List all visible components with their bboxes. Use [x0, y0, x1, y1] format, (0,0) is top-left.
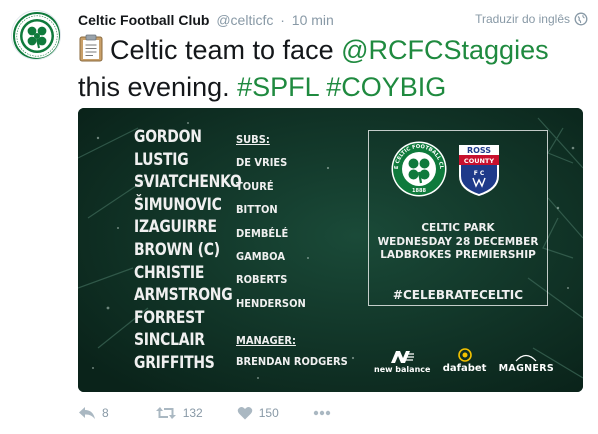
manager-name: BRENDAN RODGERS — [236, 355, 348, 368]
heart-icon — [237, 406, 252, 420]
text-part1: Celtic team to face — [110, 35, 334, 65]
subs-heading: SUBS: — [236, 133, 270, 146]
away-crest-fc: F C — [474, 170, 485, 177]
newbalance-logo: new balance — [374, 350, 430, 374]
match-details: CELTIC PARK WEDNESDAY 28 DECEMBER LADBRO… — [368, 222, 548, 263]
player-name: LUSTIG — [134, 149, 189, 170]
sub-name: BITTON — [236, 203, 278, 217]
separator: · — [280, 12, 285, 28]
manager-block: MANAGER: BRENDAN RODGERS — [236, 330, 348, 372]
translate-link[interactable]: Traduzir do inglês — [475, 12, 588, 26]
tweet: Celtic Football Club @celticfc · 10 min … — [0, 0, 598, 434]
player-name: SVIATCHENKO — [134, 172, 242, 193]
sub-name: DE VRIES — [236, 156, 288, 170]
more-dots-icon — [313, 410, 330, 416]
like-count: 150 — [258, 406, 279, 420]
mention-link[interactable]: @RCFCStaggies — [341, 35, 548, 65]
hashtag-spfl-link[interactable]: #SPFL — [237, 72, 319, 102]
dafabet-label: dafabet — [442, 363, 487, 374]
player-name: FORREST — [134, 307, 205, 328]
tweet-actions: 8 132 150 — [78, 402, 359, 424]
globe-icon — [574, 12, 588, 26]
away-crest-mid: COUNTY — [464, 157, 494, 165]
home-crest-year: 1888 — [412, 188, 426, 194]
newbalance-icon — [391, 351, 415, 363]
reply-icon — [79, 407, 95, 419]
author-handle[interactable]: @celticfc — [216, 12, 273, 28]
substitutes-list: SUBS: DE VRIES TOURÉ BITTON DEMBÉLÉ GAMB… — [236, 128, 306, 315]
manager-heading: MANAGER: — [236, 334, 296, 347]
sub-name: HENDERSON — [236, 296, 306, 310]
player-name: GRIFFITHS — [134, 352, 215, 373]
retweet-button[interactable]: 132 — [155, 406, 203, 420]
sub-name: GAMBOA — [236, 250, 286, 264]
sub-name: TOURÉ — [236, 179, 274, 193]
reply-count: 8 — [102, 406, 109, 420]
tweet-header: Celtic Football Club @celticfc · 10 min … — [78, 12, 588, 32]
reply-button[interactable]: 8 — [78, 406, 109, 420]
dafabet-icon — [457, 348, 472, 362]
magners-icon — [515, 354, 537, 362]
avatar[interactable] — [11, 10, 61, 60]
player-name: IZAGUIRRE — [134, 217, 217, 238]
media-image[interactable]: GORDON LUSTIG SVIATCHENKO ŠIMUNOVIC IZAG… — [78, 108, 583, 392]
clipboard-icon — [78, 34, 104, 70]
like-button[interactable]: 150 — [237, 406, 279, 420]
player-name: SINCLAIR — [134, 330, 205, 351]
player-name: ARMSTRONG — [134, 285, 233, 306]
tweet-text: Celtic team to face @RCFCStaggies this e… — [78, 33, 583, 104]
player-name: BROWN (C) — [134, 239, 220, 260]
translate-label: Traduzir do inglês — [475, 12, 570, 26]
celebrate-hashtag: #CELEBRATECELTIC — [392, 288, 524, 302]
player-name: ŠIMUNOVIC — [134, 194, 222, 215]
celtic-crest-icon: THE CELTIC FOOTBALL CLUB 1888 — [390, 140, 447, 197]
sub-name: DEMBÉLÉ — [236, 226, 289, 240]
newbalance-label: new balance — [374, 365, 431, 374]
dafabet-logo: dafabet — [442, 348, 487, 374]
magners-label: MAGNERS — [498, 363, 554, 374]
retweet-icon — [155, 407, 176, 419]
sub-name: ROBERTS — [236, 273, 288, 287]
retweet-count: 132 — [182, 406, 203, 420]
player-name: CHRISTIE — [134, 262, 205, 283]
competition: LADBROKES PREMIERSHIP — [380, 249, 536, 261]
magners-logo: MAGNERS — [499, 352, 554, 374]
celtic-crest-icon — [13, 12, 60, 59]
timestamp[interactable]: 10 min — [292, 12, 334, 28]
sponsor-logos: new balance dafabet MAGNERS — [374, 344, 554, 374]
starting-lineup: GORDON LUSTIG SVIATCHENKO ŠIMUNOVIC IZAG… — [134, 126, 242, 375]
venue: CELTIC PARK — [421, 222, 495, 234]
author-name[interactable]: Celtic Football Club — [78, 12, 209, 28]
match-date: WEDNESDAY 28 DECEMBER — [377, 235, 539, 248]
text-part2: this evening. — [78, 72, 230, 102]
player-name: GORDON — [134, 127, 202, 147]
more-button[interactable] — [313, 410, 331, 416]
ross-county-crest-icon: ROSS COUNTY F C — [459, 145, 499, 196]
hashtag-coybig-link[interactable]: #COYBIG — [326, 72, 446, 102]
away-crest-top: ROSS — [467, 146, 491, 155]
